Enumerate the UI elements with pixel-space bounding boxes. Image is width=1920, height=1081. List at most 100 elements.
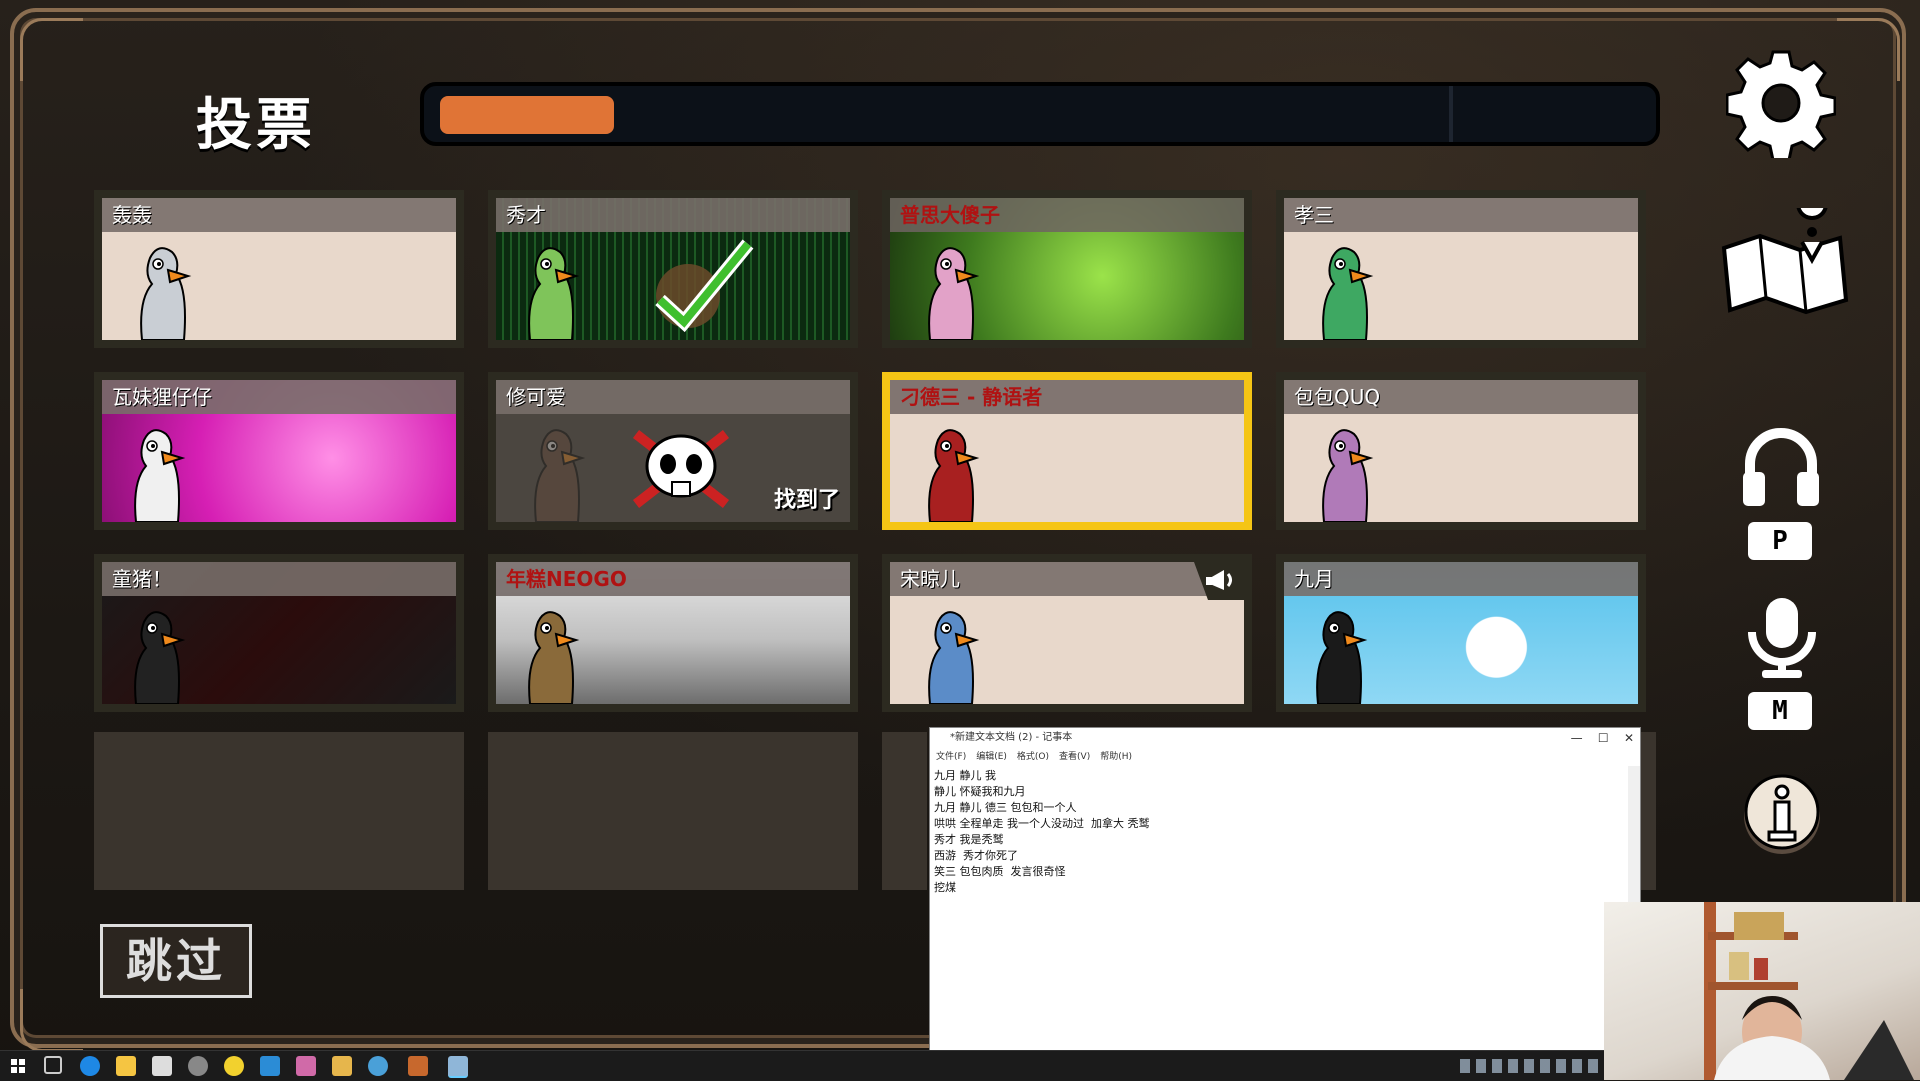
notepad-menu-item[interactable]: 文件(F) bbox=[936, 752, 966, 762]
notepad-line: 九月 静儿 德三 包包和一个人 bbox=[934, 801, 1077, 814]
app-icon[interactable] bbox=[188, 1056, 208, 1076]
edge-browser-icon[interactable] bbox=[80, 1056, 100, 1076]
player-card-background: 刁德三 - 静语者 bbox=[890, 380, 1244, 522]
notepad-menu-item[interactable]: 编辑(E) bbox=[976, 752, 1007, 762]
notepad-line: 挖煤 bbox=[934, 881, 956, 894]
player-avatar bbox=[140, 247, 192, 340]
player-avatar bbox=[928, 429, 980, 522]
player-card-background: 年糕NEOGO bbox=[496, 562, 850, 704]
player-name: 轰轰 bbox=[102, 198, 456, 232]
body-found-label: 找到了 bbox=[773, 488, 840, 513]
streamer-webcam-overlay bbox=[1604, 902, 1920, 1080]
windows-taskbar bbox=[0, 1050, 1604, 1081]
player-name: 修可爱 bbox=[496, 380, 850, 414]
player-name: 宋晾儿 bbox=[890, 562, 1244, 596]
notepad-line: 九月 静儿 我 bbox=[934, 769, 996, 782]
gear-icon[interactable] bbox=[1726, 48, 1836, 158]
player-card-background: 秀才 bbox=[496, 198, 850, 340]
player-avatar bbox=[134, 611, 186, 704]
notepad-line: 西游 秀才你死了 bbox=[934, 849, 1018, 862]
player-card[interactable]: 秀才 bbox=[488, 190, 858, 348]
empty-player-slot bbox=[94, 732, 464, 890]
player-name: 九月 bbox=[1284, 562, 1638, 596]
map-icon[interactable] bbox=[1716, 208, 1852, 316]
notepad-window[interactable]: *新建文本文档 (2) - 记事本 — ☐ ✕ 文件(F) 编辑(E) 格式(O) 查… bbox=[929, 727, 1641, 1052]
webcam-image bbox=[1704, 902, 1914, 1080]
player-card[interactable]: 年糕NEOGO bbox=[488, 554, 858, 712]
page-title: 投票 bbox=[196, 93, 316, 158]
player-avatar bbox=[528, 611, 580, 704]
player-avatar bbox=[928, 247, 980, 340]
player-card-background: 孝三 bbox=[1284, 198, 1638, 340]
player-card-background: 九月 bbox=[1284, 562, 1638, 704]
info-icon[interactable] bbox=[1742, 772, 1822, 856]
headphones-icon[interactable] bbox=[1740, 428, 1822, 508]
vote-timer-bar bbox=[420, 82, 1660, 146]
player-name: 秀才 bbox=[496, 198, 850, 232]
file-explorer-icon[interactable] bbox=[116, 1056, 136, 1076]
empty-player-slot bbox=[488, 732, 858, 890]
frame-corner bbox=[1837, 18, 1900, 81]
notepad-menu-item[interactable]: 帮助(H) bbox=[1100, 752, 1132, 762]
window-controls[interactable]: — ☐ ✕ bbox=[1571, 728, 1634, 748]
player-card[interactable]: 童猪！ bbox=[94, 554, 464, 712]
player-card[interactable]: 瓦妹狸仔仔 bbox=[94, 372, 464, 530]
player-avatar bbox=[928, 611, 980, 704]
player-card[interactable]: 普思大傻子 bbox=[882, 190, 1252, 348]
microphone-icon[interactable] bbox=[1742, 596, 1822, 680]
push-to-talk-key: P bbox=[1748, 522, 1812, 560]
task-view-icon[interactable] bbox=[44, 1056, 62, 1074]
player-name: 刁德三 - 静语者 bbox=[890, 380, 1244, 414]
windows-start-icon[interactable] bbox=[8, 1056, 28, 1076]
empty-player-slot bbox=[882, 732, 927, 890]
skull-icon bbox=[632, 430, 730, 508]
system-tray-icons[interactable] bbox=[1460, 1059, 1600, 1073]
skip-vote-button[interactable]: 跳过 bbox=[100, 924, 252, 998]
frame-corner bbox=[20, 18, 83, 81]
player-name: 童猪！ bbox=[102, 562, 456, 596]
player-card-background: 包包QUQ bbox=[1284, 380, 1638, 522]
notepad-menu-item[interactable]: 格式(O) bbox=[1017, 752, 1049, 762]
player-avatar bbox=[1322, 247, 1374, 340]
player-name: 瓦妹狸仔仔 bbox=[102, 380, 456, 414]
notepad-line: 哄哄 全程单走 我一个人没动过 加拿大 秃鹫 bbox=[934, 817, 1150, 830]
notepad-taskbar-icon[interactable] bbox=[448, 1056, 468, 1078]
app-icon[interactable] bbox=[152, 1056, 172, 1076]
app-icon[interactable] bbox=[260, 1056, 280, 1076]
notepad-menu-item[interactable]: 查看(V) bbox=[1059, 752, 1090, 762]
player-avatar bbox=[1322, 429, 1374, 522]
app-icon[interactable] bbox=[332, 1056, 352, 1076]
notepad-line: 秀才 我是秃鹫 bbox=[934, 833, 1004, 846]
player-card-background: 宋晾儿 bbox=[890, 562, 1244, 704]
notepad-line: 笑三 包包肉质 发言很奇怪 bbox=[934, 865, 1066, 878]
player-card[interactable]: 孝三 bbox=[1276, 190, 1646, 348]
player-avatar bbox=[528, 247, 580, 340]
player-card-background: 轰轰 bbox=[102, 198, 456, 340]
player-card[interactable]: 宋晾儿 bbox=[882, 554, 1252, 712]
player-card-background: 修可爱找到了 bbox=[496, 380, 850, 522]
player-avatar bbox=[134, 429, 186, 522]
player-avatar bbox=[534, 429, 586, 522]
app-icon[interactable] bbox=[296, 1056, 316, 1076]
player-card[interactable]: 包包QUQ bbox=[1276, 372, 1646, 530]
mute-key: M bbox=[1748, 692, 1812, 730]
player-name: 孝三 bbox=[1284, 198, 1638, 232]
app-icon[interactable] bbox=[368, 1056, 388, 1076]
notepad-titlebar[interactable]: *新建文本文档 (2) - 记事本 — ☐ ✕ bbox=[930, 728, 1640, 748]
player-card[interactable]: 刁德三 - 静语者 bbox=[882, 372, 1252, 530]
timer-divider bbox=[1449, 86, 1453, 142]
notepad-line: 静儿 怀疑我和九月 bbox=[934, 785, 1026, 798]
player-card[interactable]: 九月 bbox=[1276, 554, 1646, 712]
player-name: 普思大傻子 bbox=[890, 198, 1244, 232]
player-avatar bbox=[1316, 611, 1368, 704]
player-card-background: 童猪！ bbox=[102, 562, 456, 704]
player-card[interactable]: 轰轰 bbox=[94, 190, 464, 348]
checkmark-icon bbox=[655, 239, 754, 333]
notepad-text-area[interactable]: 九月 静儿 我静儿 怀疑我和九月九月 静儿 德三 包包和一个人哄哄 全程单走 我… bbox=[930, 766, 1640, 898]
app-icon[interactable] bbox=[408, 1056, 428, 1076]
notepad-title: *新建文本文档 (2) - 记事本 bbox=[950, 732, 1073, 743]
app-icon[interactable] bbox=[224, 1056, 244, 1076]
notepad-menubar: 文件(F) 编辑(E) 格式(O) 查看(V) 帮助(H) bbox=[930, 748, 1640, 766]
player-card-background: 普思大傻子 bbox=[890, 198, 1244, 340]
frame-corner bbox=[20, 989, 83, 1052]
